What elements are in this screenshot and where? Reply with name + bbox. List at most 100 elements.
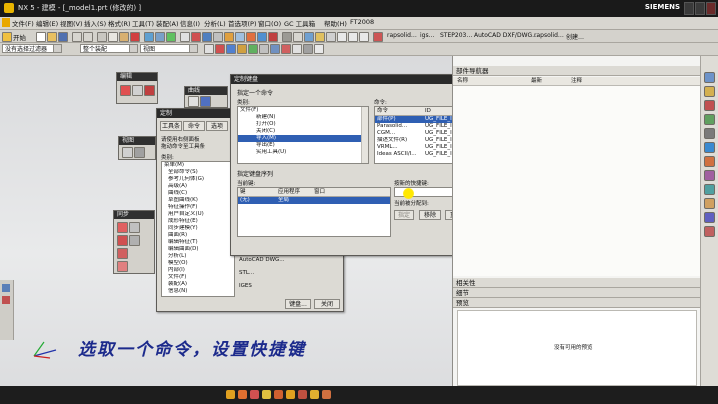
scrollbar[interactable] (361, 107, 368, 163)
list-item[interactable]: 导出(E) (238, 142, 368, 149)
quick-icon[interactable] (286, 390, 295, 399)
snap-intersect-icon[interactable] (281, 44, 291, 54)
hole-icon[interactable] (213, 32, 223, 42)
menu-format[interactable]: 格式(R) (108, 18, 131, 28)
command-finder-icon[interactable] (144, 32, 154, 42)
preview-section[interactable]: 预览 (453, 298, 701, 308)
command-list[interactable]: AutoCAD DWG... STL... IGES (237, 257, 337, 297)
edge-blend-icon[interactable] (282, 32, 292, 42)
resource-icon[interactable] (2, 284, 10, 292)
render-icon[interactable] (166, 32, 176, 42)
undo-icon[interactable] (72, 32, 82, 42)
assembly-scope-select[interactable]: 整个装配 (80, 44, 138, 53)
select-all-icon[interactable] (204, 44, 214, 54)
macro-icon[interactable] (373, 32, 383, 42)
list-item[interactable]: 曲面(R) (162, 232, 234, 239)
list-item[interactable]: 编辑曲面(D) (162, 246, 234, 253)
datum-icon[interactable] (326, 32, 336, 42)
assign-button[interactable]: 指定 (394, 210, 414, 220)
table-row[interactable]: (无) 全局 (238, 197, 390, 204)
pull-face-icon[interactable] (129, 222, 140, 233)
sketch-icon[interactable] (180, 32, 190, 42)
manufacturing-wizard-icon[interactable] (704, 226, 715, 237)
save-icon[interactable] (58, 32, 68, 42)
menu-preferences[interactable]: 首选项(P) (228, 18, 257, 28)
replace-face-icon[interactable] (129, 235, 140, 246)
list-item[interactable]: IGES (237, 283, 337, 290)
menu-info[interactable]: 信息(I) (180, 18, 200, 28)
line-icon[interactable] (337, 32, 347, 42)
window-icon[interactable] (155, 32, 165, 42)
scale-icon[interactable] (144, 85, 155, 96)
list-item[interactable]: 关闭(C) (238, 128, 368, 135)
current-keys-table[interactable]: 键 应用程序 窗口 (无) 全局 (237, 187, 391, 237)
quick-icon[interactable] (226, 390, 235, 399)
circle-icon[interactable] (359, 32, 369, 42)
revolve-icon[interactable] (202, 32, 212, 42)
minimize-button[interactable] (684, 2, 694, 15)
menu-file[interactable]: 文件(F) (12, 18, 34, 28)
list-item[interactable]: 信息(N) (162, 288, 234, 295)
paste-icon[interactable] (119, 32, 129, 42)
snap-select[interactable]: 视图 (140, 44, 198, 53)
tab-commands[interactable]: 命令 (183, 121, 205, 131)
roles-icon[interactable] (704, 170, 715, 181)
shell-icon[interactable] (304, 32, 314, 42)
tab-toolbars[interactable]: 工具条 (160, 121, 182, 131)
dependencies-section[interactable]: 相关性 (453, 278, 701, 288)
quick-icon[interactable] (310, 390, 319, 399)
list-item[interactable]: 文件(F) (162, 274, 234, 281)
web-browser-icon[interactable] (704, 142, 715, 153)
keyboard-button[interactable]: 键盘... (285, 299, 311, 309)
copy-icon[interactable] (108, 32, 118, 42)
list-item[interactable]: 分析(L) (162, 253, 234, 260)
menu-insert[interactable]: 插入(S) (84, 18, 106, 28)
offset-region-icon[interactable] (117, 235, 128, 246)
fit-view-icon[interactable] (122, 147, 133, 158)
list-item-selected[interactable]: 导入(M) (238, 135, 368, 142)
assembly-navigator-icon[interactable] (704, 72, 715, 83)
constraint-navigator-icon[interactable] (704, 86, 715, 97)
resource-icon[interactable] (2, 296, 10, 304)
resize-blend-icon[interactable] (117, 248, 128, 259)
redo-icon[interactable] (83, 32, 93, 42)
tab-autocad[interactable]: AutoCAD DXF/DWG… (474, 32, 538, 39)
part-navigator-icon[interactable] (704, 100, 715, 111)
snap-center-icon[interactable] (248, 44, 258, 54)
chamfer-icon[interactable] (293, 32, 303, 42)
reuse-library-icon[interactable] (704, 114, 715, 125)
menu-gc-toolbox[interactable]: GC 工具箱 (284, 18, 315, 28)
sphere-icon[interactable] (268, 32, 278, 42)
list-item[interactable]: 模型(O) (162, 260, 234, 267)
block-icon[interactable] (235, 32, 245, 42)
start-icon[interactable] (2, 32, 12, 42)
tab-rapsolid-1[interactable]: rapsolid… (387, 32, 417, 39)
palette-icon[interactable] (704, 156, 715, 167)
list-item[interactable]: STL... (237, 270, 337, 277)
quick-icon[interactable] (274, 390, 283, 399)
delete-face-icon[interactable] (117, 261, 128, 272)
process-studio-icon[interactable] (704, 212, 715, 223)
cone-icon[interactable] (257, 32, 267, 42)
history-icon[interactable] (704, 128, 715, 139)
list-item[interactable]: 成形特征(E) (162, 218, 234, 225)
snap-quadrant-icon[interactable] (259, 44, 269, 54)
move-icon[interactable] (120, 85, 131, 96)
tab-create[interactable]: 创建… (566, 32, 584, 41)
quick-icon[interactable] (298, 390, 307, 399)
close-button[interactable] (706, 2, 716, 15)
move-face-icon[interactable] (117, 222, 128, 233)
category-tree[interactable]: 菜单(M) 全部命令(S) 参考几何体(G) 高级(A) 曲线(C) 草图曲线(… (161, 161, 235, 297)
new-file-icon[interactable] (36, 32, 46, 42)
snap-end-icon[interactable] (226, 44, 236, 54)
open-file-icon[interactable] (47, 32, 57, 42)
list-item[interactable]: 菜单(M) (162, 162, 234, 169)
rotate-icon[interactable] (132, 85, 143, 96)
menu-window[interactable]: 窗口(O) (258, 18, 281, 28)
delete-icon[interactable] (130, 32, 140, 42)
maximize-button[interactable] (695, 2, 705, 15)
system-scenes-icon[interactable] (704, 198, 715, 209)
snap-curve-icon[interactable] (314, 44, 324, 54)
quick-icon[interactable] (250, 390, 259, 399)
quick-icon[interactable] (238, 390, 247, 399)
